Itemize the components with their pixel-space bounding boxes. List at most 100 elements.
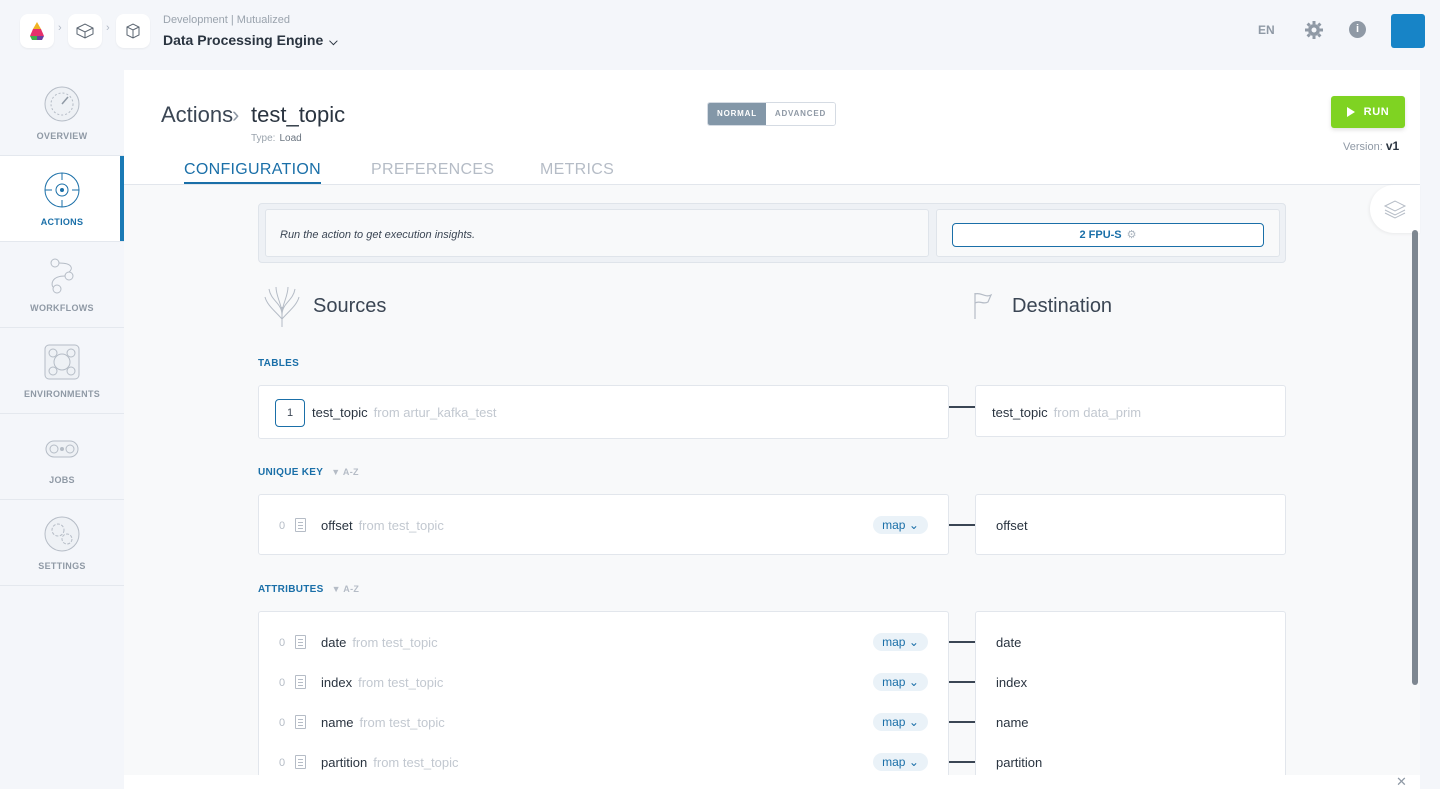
run-button[interactable]: RUN xyxy=(1331,96,1405,128)
map-label: map xyxy=(882,635,906,649)
document-icon xyxy=(295,675,306,689)
sidebar-item-overview[interactable]: OVERVIEW xyxy=(0,70,124,156)
document-icon xyxy=(295,755,306,769)
project-crumb[interactable] xyxy=(116,14,150,48)
field-name: name xyxy=(321,715,354,730)
map-dropdown[interactable]: map ⌄ xyxy=(873,516,928,534)
gauge-icon xyxy=(44,86,80,121)
unique-key-destination-card: offset xyxy=(975,494,1286,555)
boxes-icon xyxy=(76,23,94,39)
logo-icon xyxy=(30,22,44,40)
sort-az-toggle[interactable]: ▼ A-Z xyxy=(332,584,360,594)
tab-metrics[interactable]: METRICS xyxy=(540,161,614,179)
mode-advanced-button[interactable]: ADVANCED xyxy=(765,103,836,125)
sidebar-item-label: ENVIRONMENTS xyxy=(23,388,101,399)
map-dropdown[interactable]: map ⌄ xyxy=(873,673,928,691)
sidebar-item-workflows[interactable]: WORKFLOWS xyxy=(0,242,124,328)
destination-table-row: test_topic from data_prim xyxy=(992,405,1141,420)
mode-normal-button[interactable]: NORMAL xyxy=(708,103,766,125)
destination-table-from: from data_prim xyxy=(1053,405,1142,420)
target-icon xyxy=(44,172,80,207)
sidebar-item-environments[interactable]: ENVIRONMENTS xyxy=(0,328,124,414)
project-selector[interactable]: Data Processing Engine ⌵ xyxy=(163,32,338,49)
attributes-label: ATTRIBUTES ▼ A-Z xyxy=(258,584,359,595)
destination-field[interactable]: index xyxy=(996,675,1027,690)
attribute-row: name from test_topic xyxy=(321,715,445,730)
sort-az-toggle[interactable]: ▼ A-Z xyxy=(331,467,359,477)
app-logo[interactable] xyxy=(20,14,54,48)
configuration-content: Run the action to get execution insights… xyxy=(124,185,1420,789)
chevron-right-icon: › xyxy=(106,22,110,34)
org-crumb[interactable] xyxy=(68,14,102,48)
unique-key-row: offset from test_topic xyxy=(321,518,444,533)
field-from: from test_topic xyxy=(358,518,444,533)
sidebar-item-actions[interactable]: ACTIONS xyxy=(0,156,124,242)
chevron-down-icon: ⌄ xyxy=(908,715,919,729)
row-index: 0 xyxy=(279,637,286,649)
version-value: v1 xyxy=(1385,139,1400,153)
connector-line xyxy=(949,641,976,643)
language-selector[interactable]: EN xyxy=(1258,23,1275,37)
fpu-label: 2 FPU-S xyxy=(1079,229,1122,241)
breadcrumb-actions[interactable]: Actions xyxy=(161,102,233,128)
map-label: map xyxy=(882,755,906,769)
field-from: from test_topic xyxy=(359,715,445,730)
gear-icon[interactable] xyxy=(1304,20,1324,40)
tab-preferences[interactable]: PREFERENCES xyxy=(371,161,494,179)
panel-header: Actions › test_topic Type: Load NORMAL AD… xyxy=(124,70,1420,185)
sort-az-label: A-Z xyxy=(343,584,360,594)
sidebar-item-label: JOBS xyxy=(49,474,75,485)
sidebar-item-label: SETTINGS xyxy=(38,560,86,571)
chevron-down-icon: ⌵ xyxy=(329,36,338,48)
map-dropdown[interactable]: map ⌄ xyxy=(873,713,928,731)
jobs-icon xyxy=(45,440,79,457)
layers-icon xyxy=(1383,200,1407,219)
close-icon[interactable]: ✕ xyxy=(1396,774,1407,789)
run-label: RUN xyxy=(1363,106,1390,118)
sidebar: OVERVIEW ACTIONS WORKFLOWS ENVIRONMENTS xyxy=(0,70,124,586)
user-avatar[interactable] xyxy=(1391,14,1425,48)
unique-key-source-card: 0 offset from test_topic map ⌄ xyxy=(258,494,949,555)
row-index: 0 xyxy=(279,677,286,689)
table-count-badge: 1 xyxy=(275,399,305,427)
source-table-from: from artur_kafka_test xyxy=(373,405,497,420)
version-info: Version: v1 xyxy=(1343,139,1399,153)
source-table-row: test_topic from artur_kafka_test xyxy=(312,405,496,420)
tab-configuration[interactable]: CONFIGURATION xyxy=(184,161,321,184)
workflow-icon xyxy=(50,258,74,293)
top-bar: › › Development | Mutualized Data Proces… xyxy=(0,0,1440,64)
destination-field[interactable]: date xyxy=(996,635,1021,650)
sidebar-item-jobs[interactable]: JOBS xyxy=(0,414,124,500)
flag-icon xyxy=(974,292,993,319)
source-table-card[interactable]: 1 test_topic from artur_kafka_test xyxy=(258,385,949,439)
chevron-right-icon: › xyxy=(232,102,240,127)
insights-message: Run the action to get execution insights… xyxy=(265,209,929,257)
version-label: Version: xyxy=(1343,141,1383,153)
sources-title: Sources xyxy=(313,295,387,317)
row-index: 0 xyxy=(279,717,286,729)
sidebar-item-settings[interactable]: SETTINGS xyxy=(0,500,124,586)
row-index: 0 xyxy=(279,757,286,769)
map-dropdown[interactable]: map ⌄ xyxy=(873,633,928,651)
type-label: Type: xyxy=(251,133,276,144)
mode-toggle: NORMAL ADVANCED xyxy=(707,102,837,126)
gears-icon xyxy=(44,516,80,551)
fpu-button[interactable]: 2 FPU-S ⚙ xyxy=(952,223,1264,247)
destination-field[interactable]: name xyxy=(996,715,1029,730)
scrollbar[interactable] xyxy=(1412,230,1418,685)
source-table-name: test_topic xyxy=(312,405,368,420)
destination-field[interactable]: offset xyxy=(996,518,1028,533)
attributes-source-card: 0 date from test_topic map ⌄ 0 index from … xyxy=(258,611,949,789)
info-icon[interactable]: i xyxy=(1349,21,1366,38)
connector-line xyxy=(949,681,976,683)
destination-table-card[interactable]: test_topic from data_prim xyxy=(975,385,1286,437)
unique-key-title: UNIQUE KEY xyxy=(258,467,324,478)
field-name: offset xyxy=(321,518,353,533)
layers-button[interactable] xyxy=(1370,185,1420,233)
destination-field[interactable]: partition xyxy=(996,755,1042,770)
field-name: partition xyxy=(321,755,368,770)
cube-icon xyxy=(126,23,140,39)
connector-line xyxy=(949,721,976,723)
play-icon xyxy=(1346,107,1355,117)
map-dropdown[interactable]: map ⌄ xyxy=(873,753,928,771)
